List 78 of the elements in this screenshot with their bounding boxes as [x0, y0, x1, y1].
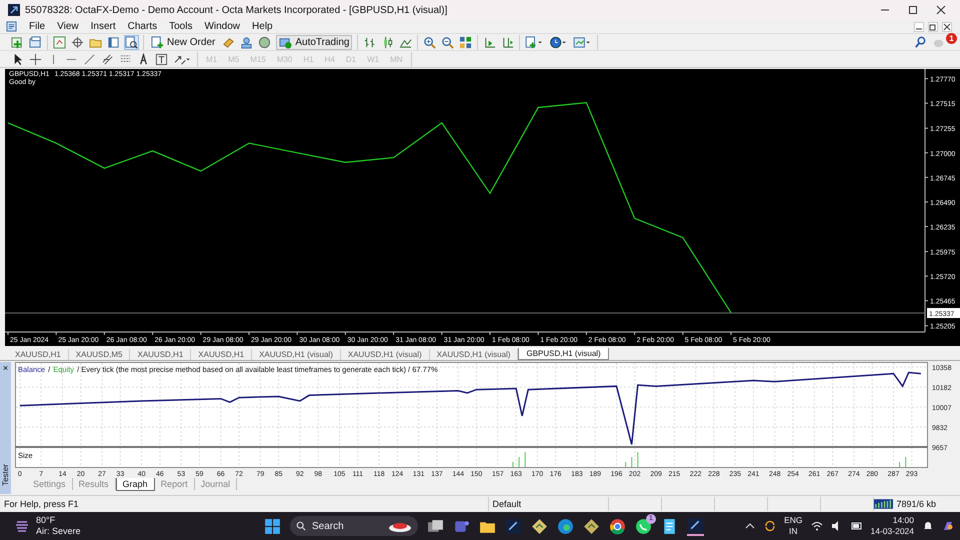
close-icon[interactable] — [942, 22, 952, 32]
menu-item[interactable]: Help — [246, 21, 279, 32]
notification-badge: 1 — [946, 32, 957, 44]
chart-tab[interactable]: XAUUSD,M5 — [68, 349, 130, 360]
profiles-icon[interactable] — [29, 36, 42, 48]
close-icon[interactable] — [936, 5, 946, 15]
minimize-icon[interactable] — [914, 22, 924, 32]
connection-bars-icon — [874, 499, 894, 509]
document-icon[interactable] — [6, 21, 17, 32]
monitor-play-icon — [279, 36, 292, 48]
menu-item[interactable]: Tools — [163, 21, 198, 32]
search-icon[interactable] — [914, 36, 927, 48]
tester-close-button[interactable]: × — [2, 364, 8, 373]
region-text[interactable]: IN — [789, 526, 798, 537]
chrome-icon[interactable] — [609, 518, 626, 534]
bell-icon[interactable] — [922, 520, 934, 532]
trendline-icon[interactable] — [83, 52, 96, 66]
haze-icon — [14, 518, 30, 534]
app-logo-icon — [8, 4, 20, 16]
text-icon[interactable] — [137, 52, 150, 66]
tester-panel-title: Tester — [0, 464, 10, 486]
language-text[interactable]: ENG — [784, 515, 803, 526]
chart-tab[interactable]: XAUUSD,H1 (visual) — [252, 349, 341, 360]
new-order-button[interactable]: New Order — [149, 34, 218, 50]
menu-item[interactable]: Charts — [122, 21, 164, 32]
clock-time[interactable]: 14:00 — [892, 515, 914, 526]
status-help-text: For Help, press F1 — [0, 497, 489, 511]
clock-icon[interactable] — [549, 36, 568, 48]
templates-icon[interactable] — [573, 36, 592, 48]
chart-shift-icon[interactable] — [483, 36, 496, 48]
chart-app-icon[interactable] — [583, 518, 600, 534]
trading-app-icon[interactable] — [505, 518, 522, 534]
search-icon — [296, 521, 306, 531]
chart-tab[interactable]: XAUUSD,H1 — [8, 349, 69, 360]
restore-icon[interactable] — [928, 22, 938, 32]
traffic-text: 7891/6 kb — [895, 499, 937, 509]
window-title: 55078328: OctaFX-Demo - Demo Account - Octa Markets Incorporated - [GBPUSD,H1 (visual)] — [25, 4, 448, 16]
autotrading-button[interactable]: AutoTrading — [276, 34, 352, 50]
window-icon[interactable] — [107, 36, 120, 48]
market-watch-icon[interactable] — [53, 36, 66, 48]
zoom-in-icon[interactable] — [423, 36, 436, 48]
new-chart-icon[interactable] — [11, 36, 24, 48]
battery-icon[interactable] — [850, 520, 863, 532]
notepad-icon[interactable] — [661, 518, 678, 534]
maximize-icon[interactable] — [908, 5, 918, 15]
indicators-icon[interactable] — [525, 36, 544, 48]
strategy-tester-icon[interactable] — [125, 36, 138, 48]
tile-windows-icon[interactable] — [459, 36, 472, 48]
taskbar-search-field[interactable]: Search — [290, 516, 418, 536]
windows-start-icon[interactable] — [264, 518, 281, 534]
people-icon[interactable] — [240, 36, 254, 48]
sync-icon[interactable] — [764, 520, 776, 532]
chart-tab[interactable]: XAUUSD,H1 — [130, 349, 192, 360]
bar-chart-icon[interactable] — [363, 36, 376, 48]
channel-icon[interactable] — [101, 52, 114, 66]
temperature-text: 80°F — [36, 515, 56, 526]
status-profile: Default — [488, 497, 609, 511]
chart-app-icon[interactable] — [531, 518, 548, 534]
menu-item[interactable]: View — [51, 21, 85, 32]
crosshair-icon[interactable] — [71, 36, 84, 48]
chart-tab[interactable]: GBPUSD,H1 (visual) — [518, 348, 609, 360]
crosshair-icon[interactable] — [29, 52, 42, 66]
trading-app-icon[interactable] — [687, 516, 704, 536]
clock-date[interactable]: 14-03-2024 — [870, 526, 914, 537]
weather-text: Air: Severe — [36, 526, 81, 537]
wifi-icon[interactable] — [810, 520, 823, 532]
menu-item[interactable]: Insert — [84, 21, 122, 32]
chart-tab[interactable]: XAUUSD,H1 (visual) — [340, 349, 430, 360]
chart-tab[interactable]: XAUUSD,H1 — [191, 349, 252, 360]
zoom-out-icon[interactable] — [441, 36, 454, 48]
task-view-icon[interactable] — [427, 518, 444, 534]
copilot-icon[interactable] — [942, 520, 954, 532]
new-document-icon — [151, 36, 164, 48]
tester-tab[interactable]: Graph — [116, 478, 155, 491]
menu-item[interactable]: Window — [198, 21, 246, 32]
auto-scroll-icon[interactable] — [501, 36, 514, 48]
menu-item[interactable]: File — [23, 21, 52, 32]
text-label-icon[interactable] — [155, 52, 168, 66]
